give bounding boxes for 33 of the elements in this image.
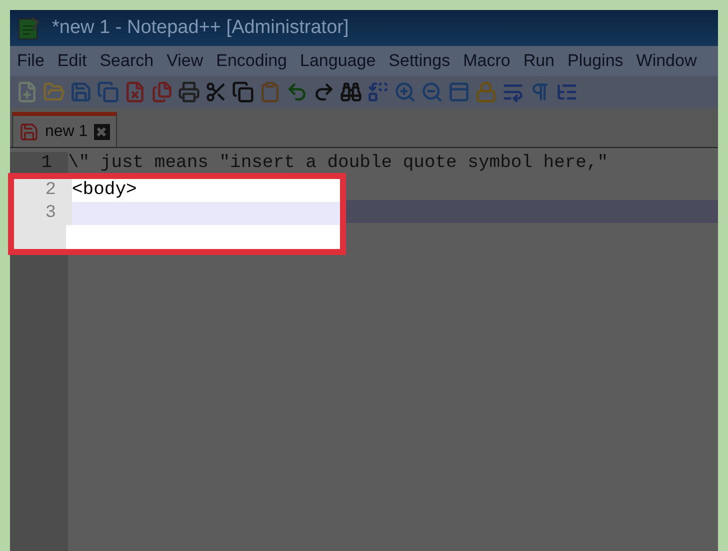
notepad-icon	[18, 16, 40, 40]
redo-icon[interactable]	[313, 81, 335, 103]
close-all-icon[interactable]	[151, 81, 173, 103]
close-file-icon[interactable]	[124, 81, 146, 103]
save-icon	[19, 122, 39, 142]
tab-label: new 1	[45, 122, 88, 142]
new-file-icon[interactable]	[16, 81, 38, 103]
save-icon[interactable]	[70, 81, 92, 103]
printer-icon[interactable]	[178, 81, 200, 103]
menu-item[interactable]: Settings	[388, 48, 450, 74]
line-number: 1	[10, 152, 68, 175]
scissors-icon[interactable]	[205, 81, 227, 103]
menu-item[interactable]: Encoding	[216, 48, 288, 74]
menu-item[interactable]: Plugins	[568, 48, 624, 74]
menu-item[interactable]: Run	[523, 48, 555, 74]
tab[interactable]: new 1 ✖	[12, 112, 117, 147]
menu-item[interactable]: Edit	[57, 48, 87, 74]
menu-item[interactable]: Search	[100, 48, 154, 74]
copy-icon[interactable]	[232, 81, 254, 103]
menu-item[interactable]: Window	[636, 48, 697, 74]
lock-icon[interactable]	[475, 81, 497, 103]
folder-icon[interactable]	[43, 81, 65, 103]
menu-item[interactable]: Language	[300, 48, 376, 74]
menu-item[interactable]: View	[166, 48, 204, 74]
clipboard-icon[interactable]	[259, 81, 281, 103]
menu-item[interactable]: Macro	[463, 48, 510, 74]
undo-icon[interactable]	[286, 81, 308, 103]
zoom-out-icon[interactable]	[421, 81, 443, 103]
close-button[interactable]: ✖	[94, 124, 110, 140]
menu-item[interactable]: File	[17, 48, 44, 74]
binoculars-icon[interactable]	[340, 81, 362, 103]
window-title: *new 1 - Notepad++ [Administrator]	[52, 16, 349, 40]
zoom-in-icon[interactable]	[394, 81, 416, 103]
